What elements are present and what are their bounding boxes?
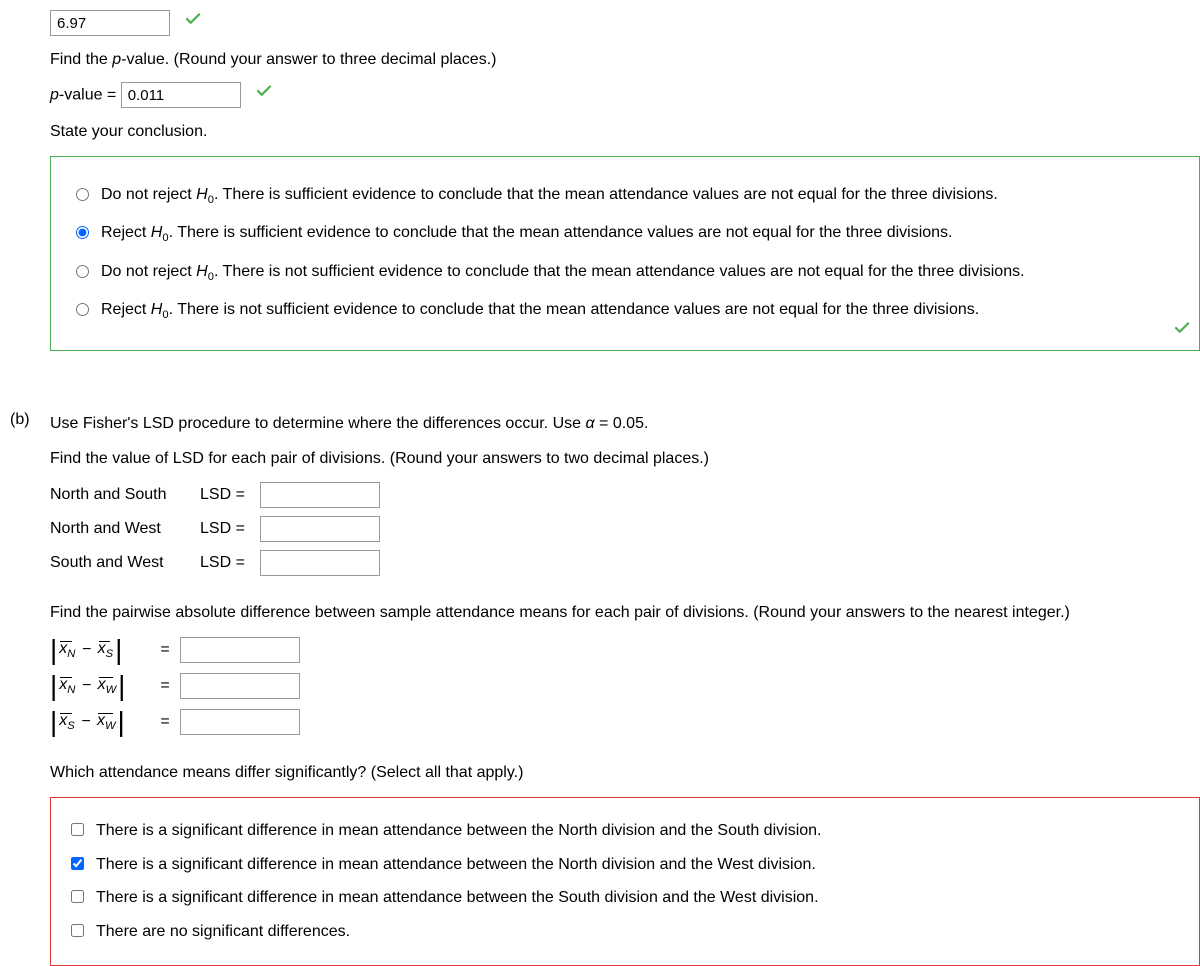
pvalue-prompt: Find the p-value. (Round your answer to … [50, 47, 1200, 73]
conclusion-title: State your conclusion. [50, 119, 1200, 145]
checkbox-2[interactable] [71, 857, 84, 870]
lsd-input-sw[interactable] [260, 550, 380, 576]
lsd-row-nw: North and West LSD = [50, 516, 1200, 542]
abs-row-ns: | xN − xS | = [50, 636, 1200, 664]
check-icon [255, 82, 273, 109]
lsd-prompt: Find the value of LSD for each pair of d… [50, 446, 1200, 472]
checkbox-1[interactable] [71, 823, 84, 836]
radio-option-2: Reject H0. There is sufficient evidence … [71, 220, 1179, 248]
checkbox-4[interactable] [71, 924, 84, 937]
part-b-intro: Use Fisher's LSD procedure to determine … [50, 411, 1200, 437]
abs-row-sw: | xS − xW | = [50, 708, 1200, 736]
checkbox-3[interactable] [71, 890, 84, 903]
check-icon [184, 10, 202, 37]
check-icon [1173, 319, 1191, 342]
radio-2[interactable] [76, 226, 89, 239]
f-stat-input[interactable] [50, 10, 170, 36]
radio-1[interactable] [76, 188, 89, 201]
radio-option-1: Do not reject H0. There is sufficient ev… [71, 182, 1179, 210]
checkbox-row-4: There are no significant differences. [67, 919, 1183, 945]
checkbox-row-3: There is a significant difference in mea… [67, 885, 1183, 911]
radio-4[interactable] [76, 303, 89, 316]
pvalue-input[interactable] [121, 82, 241, 108]
lsd-input-nw[interactable] [260, 516, 380, 542]
radio-option-4: Reject H0. There is not sufficient evide… [71, 297, 1179, 325]
radio-3[interactable] [76, 265, 89, 278]
pairwise-prompt: Find the pairwise absolute difference be… [50, 600, 1200, 626]
checkbox-row-1: There is a significant difference in mea… [67, 818, 1183, 844]
abs-input-ns[interactable] [180, 637, 300, 663]
radio-option-3: Do not reject H0. There is not sufficien… [71, 259, 1179, 287]
abs-row-nw: | xN − xW | = [50, 672, 1200, 700]
lsd-row-ns: North and South LSD = [50, 482, 1200, 508]
abs-input-sw[interactable] [180, 709, 300, 735]
significance-checkbox-group: There is a significant difference in mea… [50, 797, 1200, 965]
checkbox-row-2: There is a significant difference in mea… [67, 852, 1183, 878]
part-b-label: (b) [10, 411, 30, 429]
pvalue-label: p-value = [50, 87, 121, 104]
abs-input-nw[interactable] [180, 673, 300, 699]
lsd-input-ns[interactable] [260, 482, 380, 508]
conclusion-radio-group: Do not reject H0. There is sufficient ev… [50, 156, 1200, 350]
which-prompt: Which attendance means differ significan… [50, 760, 1200, 786]
lsd-row-sw: South and West LSD = [50, 550, 1200, 576]
